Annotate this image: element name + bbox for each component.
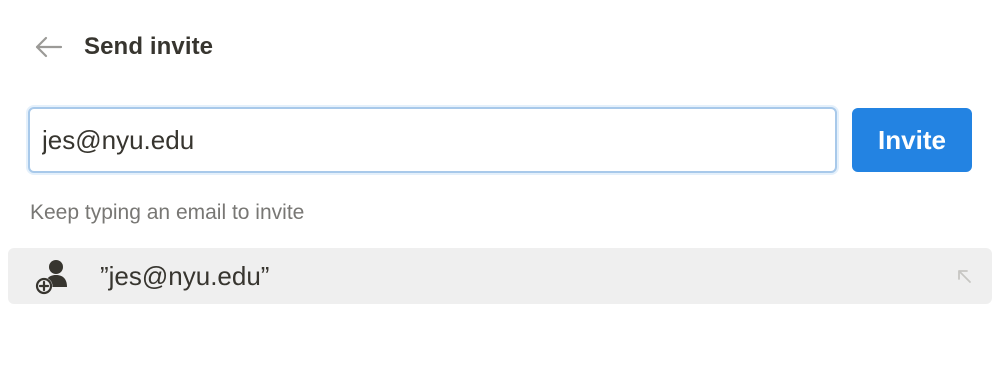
back-button[interactable] xyxy=(30,29,66,65)
arrow-up-left-icon xyxy=(958,270,971,283)
header: Send invite xyxy=(30,26,213,68)
invite-button[interactable]: Invite xyxy=(852,108,972,172)
send-invite-panel: Send invite Invite Keep typing an email … xyxy=(0,0,1000,384)
suggestion-label: ”jes@nyu.edu” xyxy=(100,260,270,291)
email-input[interactable] xyxy=(28,107,837,173)
add-person-icon xyxy=(30,254,74,298)
invite-suggestion-item[interactable]: ”jes@nyu.edu” xyxy=(8,248,992,304)
arrow-left-icon xyxy=(35,36,63,58)
invite-row: Invite xyxy=(28,107,972,173)
page-title: Send invite xyxy=(84,33,214,60)
hint-text: Keep typing an email to invite xyxy=(30,201,305,224)
